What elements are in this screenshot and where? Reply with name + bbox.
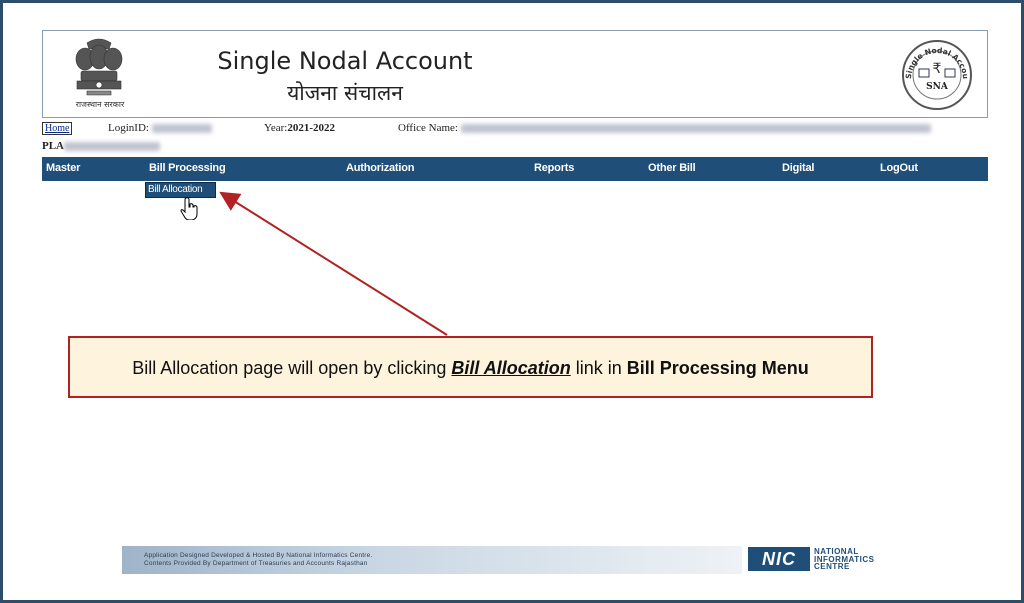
app-subtitle-hindi: योजना संचालन: [287, 81, 403, 105]
callout-middle: link in: [570, 358, 627, 378]
footer-band: Application Designed Developed & Hosted …: [122, 546, 742, 574]
menu-logout[interactable]: LogOut: [880, 162, 918, 174]
submenu-bill-allocation[interactable]: Bill Allocation: [146, 183, 215, 196]
year-value: 2021-2022: [287, 122, 335, 134]
menu-authorization[interactable]: Authorization: [346, 162, 414, 174]
home-link[interactable]: Home: [42, 122, 73, 135]
pla-caption: PLA: [42, 140, 64, 152]
nic-text-3: CENTRE: [814, 562, 850, 571]
user-info-row: Home LoginID: Year:2021-2022 Office Name…: [42, 122, 992, 138]
financial-year: Year:2021-2022: [264, 122, 335, 134]
menu-other-bill[interactable]: Other Bill: [648, 162, 696, 174]
login-id-caption: LoginID:: [108, 122, 149, 134]
callout-text: Bill Allocation page will open by clicki…: [70, 358, 871, 379]
pla-redacted: [64, 141, 160, 151]
office-name: Office Name:: [398, 122, 931, 134]
callout-prefix: Bill Allocation page will open by clicki…: [132, 358, 452, 378]
emblem-caption: राजस्थान सरकार: [75, 100, 125, 109]
footer-line-2: Contents Provided By Department of Treas…: [144, 560, 368, 567]
footer-line-1: Application Designed Developed & Hosted …: [144, 552, 373, 559]
nic-logo-text: NATIONAL INFORMATICS CENTRE: [814, 548, 874, 571]
main-menu-bar: Master Bill Processing Authorization Rep…: [42, 157, 988, 181]
login-id-label: LoginID:: [108, 122, 212, 134]
menu-bill-processing[interactable]: Bill Processing: [149, 162, 226, 174]
year-caption: Year:: [264, 122, 288, 134]
office-name-redacted: [460, 123, 931, 133]
menu-digital[interactable]: Digital: [782, 162, 814, 174]
callout-menu-name: Bill Processing Menu: [626, 358, 809, 378]
callout-link-text: Bill Allocation: [451, 358, 571, 378]
menu-reports[interactable]: Reports: [534, 162, 574, 174]
app-header: राजस्थान सरकार Single Nodal Account योजन…: [42, 30, 988, 118]
svg-text:₹: ₹: [933, 61, 942, 77]
sna-logo-icon: Single Nodal Account ₹ SNA: [901, 39, 972, 110]
login-id-redacted: [151, 123, 212, 133]
hand-cursor-icon: [180, 197, 198, 220]
menu-master[interactable]: Master: [46, 162, 80, 174]
nic-logo-mark: NIC: [748, 547, 810, 571]
instruction-callout: Bill Allocation page will open by clicki…: [68, 336, 873, 398]
pla-row: PLA: [42, 140, 160, 152]
office-name-caption: Office Name:: [398, 122, 458, 134]
nic-logo: NIC NATIONAL INFORMATICS CENTRE: [748, 547, 908, 571]
app-title: Single Nodal Account: [217, 47, 473, 75]
svg-text:SNA: SNA: [926, 82, 949, 92]
